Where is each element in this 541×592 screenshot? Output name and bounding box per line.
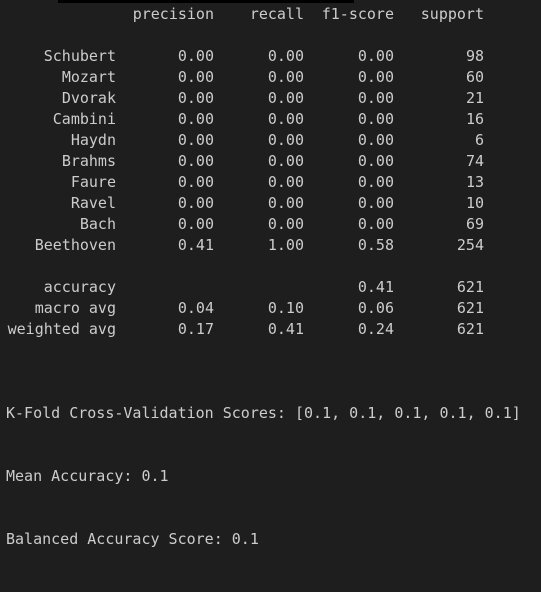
table-row: Bach 0.00 0.00 0.00 69 bbox=[0, 214, 484, 235]
f1-value: 0.00 bbox=[357, 47, 394, 65]
precision-value: 0.00 bbox=[177, 215, 214, 233]
summary-row: weighted avg 0.17 0.41 0.24 621 bbox=[0, 319, 484, 340]
blank-row bbox=[0, 256, 484, 277]
support-value: 16 bbox=[465, 110, 484, 128]
balanced-accuracy-line: Balanced Accuracy Score: 0.1 bbox=[6, 530, 259, 548]
class-label: Bach bbox=[79, 215, 116, 233]
recall-value: 0.00 bbox=[267, 47, 304, 65]
table-row: Ravel 0.00 0.00 0.00 10 bbox=[0, 193, 484, 214]
support-value: 60 bbox=[465, 68, 484, 86]
class-label: Brahms bbox=[61, 152, 116, 170]
support-value: 254 bbox=[456, 236, 484, 254]
precision-value: 0.00 bbox=[177, 131, 214, 149]
precision-value: 0.00 bbox=[177, 110, 214, 128]
recall-value: 0.10 bbox=[267, 299, 304, 317]
precision-value: 0.04 bbox=[177, 299, 214, 317]
table-row: Faure 0.00 0.00 0.00 13 bbox=[0, 172, 484, 193]
class-label: Dvorak bbox=[61, 89, 116, 107]
support-value: 13 bbox=[465, 173, 484, 191]
recall-value: 1.00 bbox=[267, 236, 304, 254]
precision-value: 0.00 bbox=[177, 89, 214, 107]
table-row: Beethoven 0.41 1.00 0.58 254 bbox=[0, 235, 484, 256]
f1-value: 0.00 bbox=[357, 68, 394, 86]
recall-value: 0.00 bbox=[267, 110, 304, 128]
table-row: Brahms 0.00 0.00 0.00 74 bbox=[0, 151, 484, 172]
precision-value bbox=[116, 277, 214, 298]
f1-value: 0.24 bbox=[357, 320, 394, 338]
recall-value bbox=[214, 277, 304, 298]
support-value: 6 bbox=[474, 131, 484, 149]
class-label: Schubert bbox=[43, 47, 116, 65]
summary-row: macro avg 0.04 0.10 0.06 621 bbox=[0, 298, 484, 319]
recall-value: 0.00 bbox=[267, 131, 304, 149]
blank-row bbox=[0, 25, 484, 46]
terminal-output: precision recall f1-score support Schube… bbox=[0, 0, 541, 548]
recall-value: 0.00 bbox=[267, 173, 304, 191]
table-row: Haydn 0.00 0.00 0.00 6 bbox=[0, 130, 484, 151]
support-value: 621 bbox=[456, 299, 484, 317]
precision-value: 0.41 bbox=[177, 236, 214, 254]
recall-value: 0.00 bbox=[267, 152, 304, 170]
f1-value: 0.00 bbox=[357, 194, 394, 212]
class-label: Ravel bbox=[70, 194, 116, 212]
precision-value: 0.00 bbox=[177, 173, 214, 191]
report-body: Schubert 0.00 0.00 0.00 98 Mozart 0.00 0… bbox=[0, 25, 484, 340]
class-label: Mozart bbox=[61, 68, 116, 86]
support-value: 621 bbox=[456, 320, 484, 338]
table-row: Mozart 0.00 0.00 0.00 60 bbox=[0, 67, 484, 88]
header-row: precision recall f1-score support bbox=[0, 4, 484, 25]
support-value: 621 bbox=[456, 278, 484, 296]
f1-value: 0.41 bbox=[357, 278, 394, 296]
class-label: Faure bbox=[70, 173, 116, 191]
precision-value: 0.00 bbox=[177, 152, 214, 170]
redaction-bar bbox=[58, 0, 354, 3]
recall-value: 0.00 bbox=[267, 194, 304, 212]
summary-label: macro avg bbox=[34, 299, 116, 317]
precision-value: 0.00 bbox=[177, 68, 214, 86]
support-value: 74 bbox=[465, 152, 484, 170]
f1-value: 0.58 bbox=[357, 236, 394, 254]
header-support: support bbox=[420, 5, 484, 23]
f1-value: 0.00 bbox=[357, 110, 394, 128]
support-value: 10 bbox=[465, 194, 484, 212]
class-label: Beethoven bbox=[34, 236, 116, 254]
class-label: Haydn bbox=[70, 131, 116, 149]
summary-label: accuracy bbox=[43, 278, 116, 296]
header-f1-score: f1-score bbox=[321, 5, 394, 23]
classification-report: precision recall f1-score support Schube… bbox=[0, 4, 484, 340]
header-recall: recall bbox=[249, 5, 304, 23]
mean-accuracy-line: Mean Accuracy: 0.1 bbox=[6, 467, 169, 485]
recall-value: 0.00 bbox=[267, 215, 304, 233]
table-row: Schubert 0.00 0.00 0.00 98 bbox=[0, 46, 484, 67]
f1-value: 0.00 bbox=[357, 131, 394, 149]
support-value: 69 bbox=[465, 215, 484, 233]
table-row: Dvorak 0.00 0.00 0.00 21 bbox=[0, 88, 484, 109]
f1-value: 0.06 bbox=[357, 299, 394, 317]
table-row: Cambini 0.00 0.00 0.00 16 bbox=[0, 109, 484, 130]
recall-value: 0.00 bbox=[267, 89, 304, 107]
precision-value: 0.17 bbox=[177, 320, 214, 338]
output-footer: K-Fold Cross-Validation Scores: [0.1, 0.… bbox=[6, 361, 521, 592]
f1-value: 0.00 bbox=[357, 173, 394, 191]
kfold-scores-line: K-Fold Cross-Validation Scores: [0.1, 0.… bbox=[6, 404, 521, 422]
precision-value: 0.00 bbox=[177, 194, 214, 212]
header-precision: precision bbox=[132, 5, 214, 23]
support-value: 98 bbox=[465, 47, 484, 65]
f1-value: 0.00 bbox=[357, 89, 394, 107]
precision-value: 0.00 bbox=[177, 47, 214, 65]
recall-value: 0.41 bbox=[267, 320, 304, 338]
header-label-blank bbox=[0, 4, 116, 25]
support-value: 21 bbox=[465, 89, 484, 107]
f1-value: 0.00 bbox=[357, 152, 394, 170]
summary-label: weighted avg bbox=[7, 320, 116, 338]
recall-value: 0.00 bbox=[267, 68, 304, 86]
class-label: Cambini bbox=[52, 110, 116, 128]
f1-value: 0.00 bbox=[357, 215, 394, 233]
summary-row: accuracy 0.41 621 bbox=[0, 277, 484, 298]
